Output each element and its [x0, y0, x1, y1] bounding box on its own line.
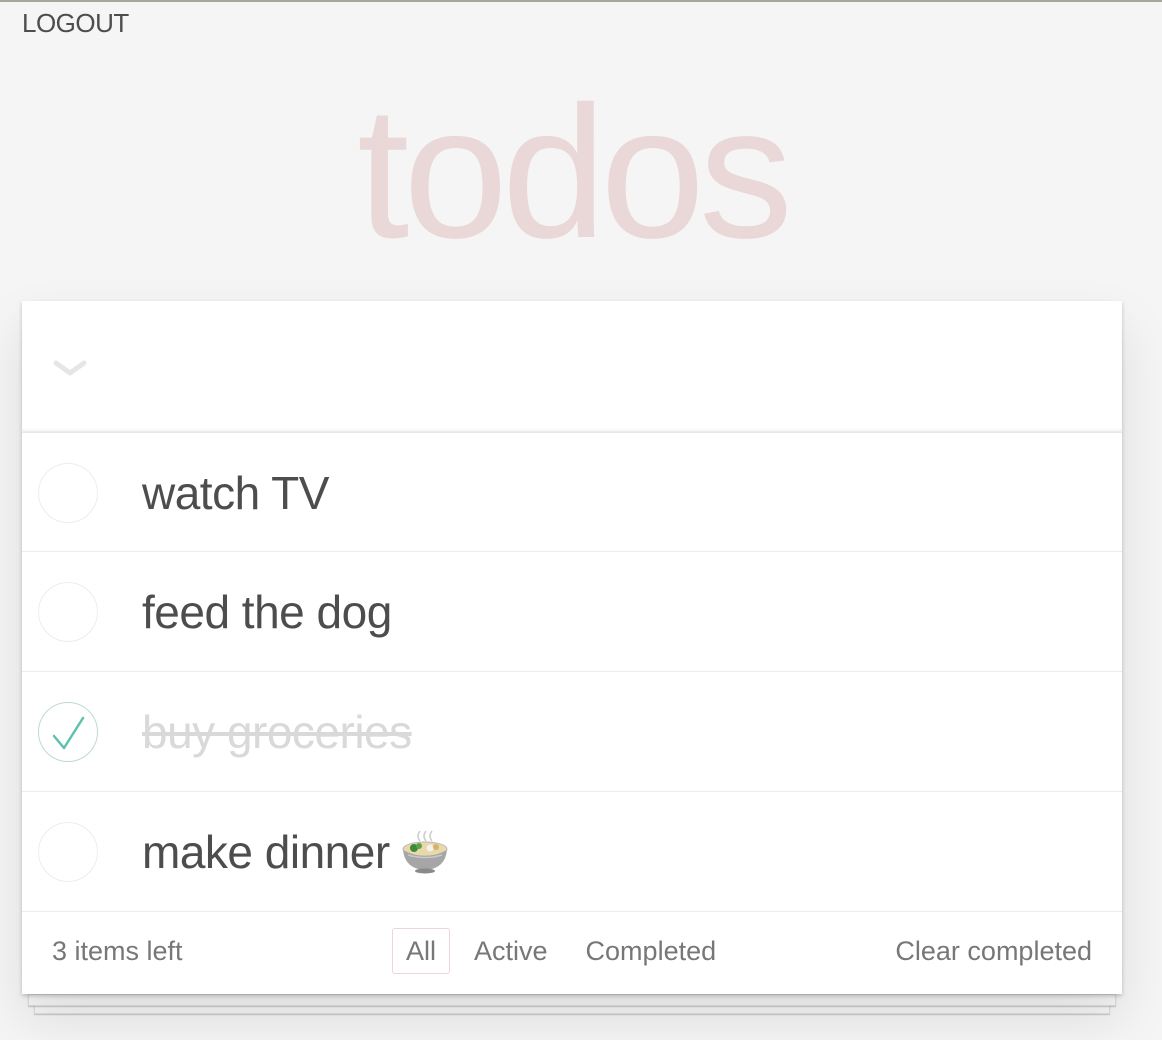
todo-label[interactable]: watch TV	[142, 465, 329, 521]
steaming-bowl-icon	[400, 829, 450, 875]
filter-completed[interactable]: Completed	[572, 928, 731, 974]
new-todo-input[interactable]	[142, 331, 1082, 401]
items-left-count: 3 items left	[52, 936, 183, 966]
new-todo-row	[22, 301, 1122, 432]
todo-toggle-checkbox[interactable]	[38, 702, 98, 762]
top-rule	[0, 0, 1162, 2]
todo-label: make dinner	[142, 826, 390, 878]
todo-toggle-checkbox[interactable]	[38, 463, 98, 523]
todo-item: feed the dog	[22, 552, 1122, 672]
todo-toggle-checkbox[interactable]	[38, 822, 98, 882]
clear-completed-button[interactable]: Clear completed	[895, 936, 1092, 967]
filter-list: All Active Completed	[392, 928, 740, 974]
chevron-down-icon[interactable]	[50, 349, 90, 389]
todo-label-container[interactable]: make dinner	[142, 824, 450, 880]
filter-all[interactable]: All	[392, 928, 451, 974]
todo-toggle-checkbox[interactable]	[38, 582, 98, 642]
todo-item: buy groceries	[22, 672, 1122, 792]
todo-app: watch TV feed the dog buy groceries make…	[22, 301, 1122, 994]
logout-link[interactable]: LOGOUT	[22, 8, 129, 39]
paper-stack-shadow	[28, 994, 1116, 1006]
todo-item: make dinner	[22, 792, 1122, 912]
todo-label[interactable]: buy groceries	[142, 704, 412, 760]
filter-active[interactable]: Active	[460, 928, 562, 974]
todo-label[interactable]: feed the dog	[142, 584, 392, 640]
checkmark-icon	[52, 716, 85, 750]
todo-item: watch TV	[22, 432, 1122, 552]
app-title: todos	[357, 67, 793, 277]
todo-footer: 3 items left All Active Completed Clear …	[22, 912, 1122, 992]
todo-list: watch TV feed the dog buy groceries make…	[22, 432, 1122, 912]
